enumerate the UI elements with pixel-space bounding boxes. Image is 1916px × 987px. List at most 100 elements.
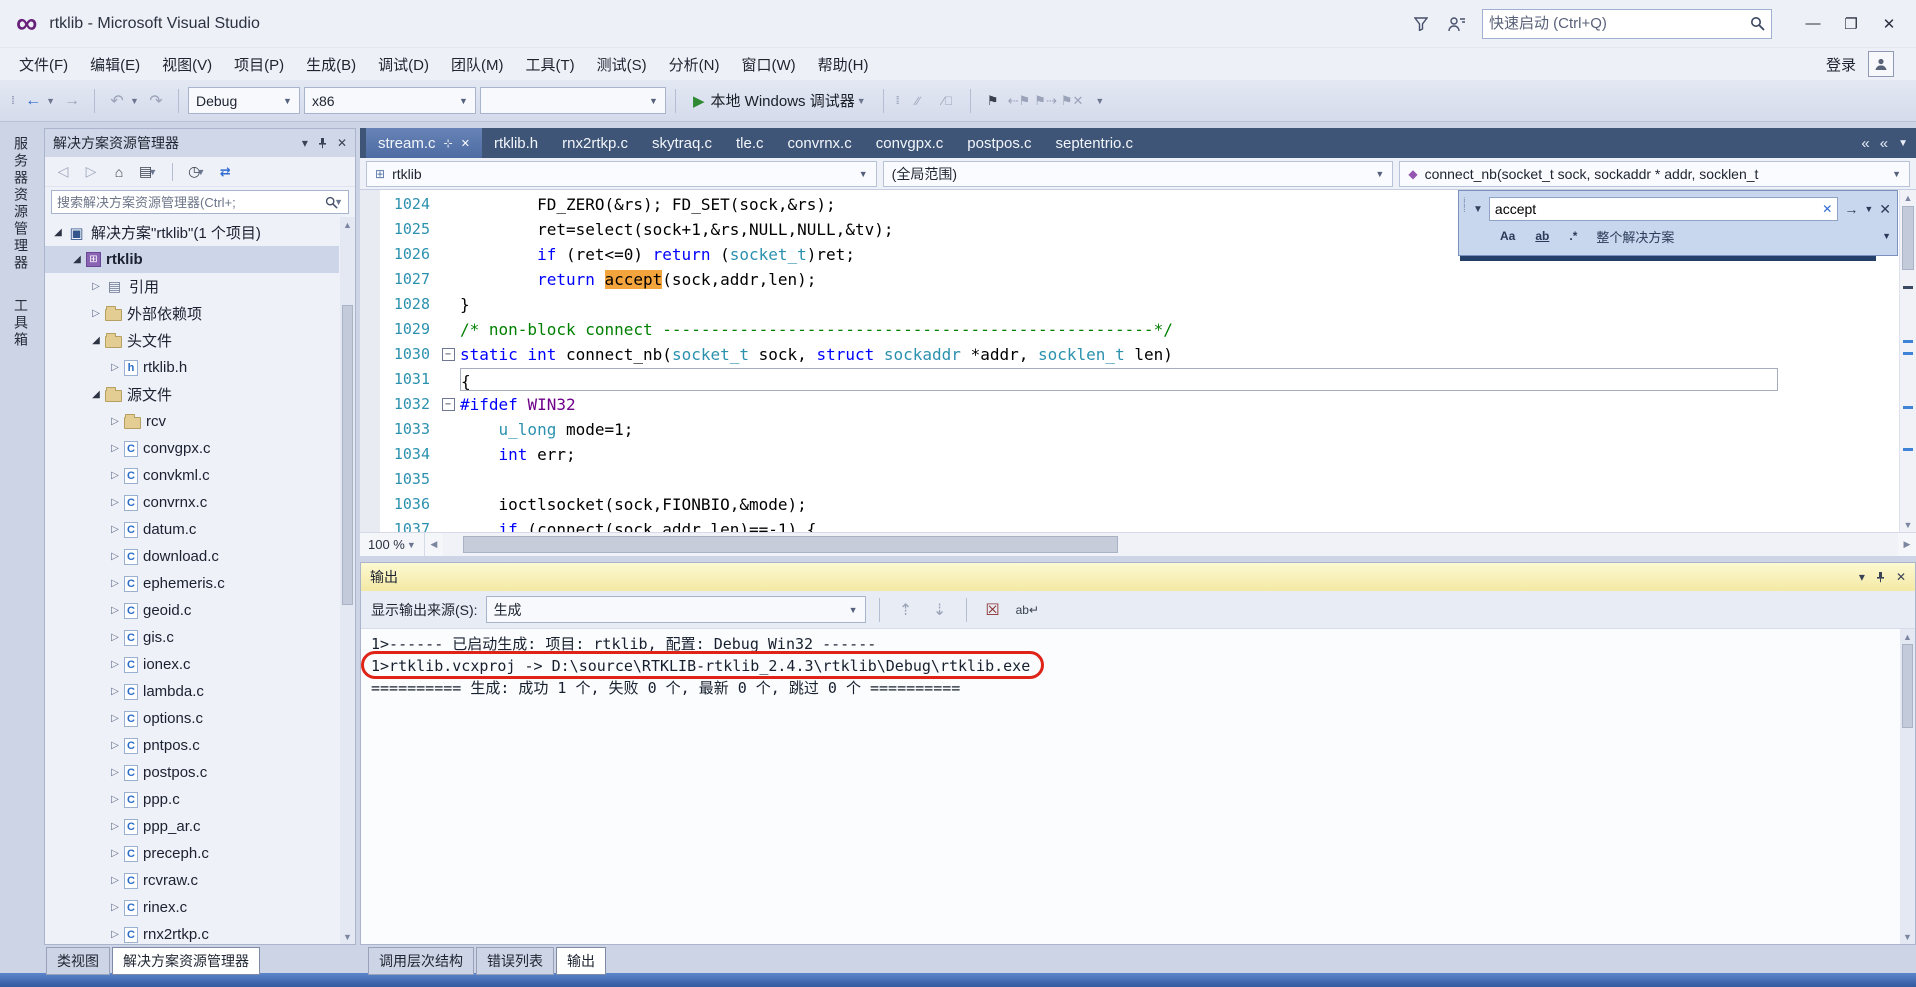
tree-item[interactable]: ▷ 外部依赖项 bbox=[45, 300, 339, 327]
maximize-button[interactable]: ❐ bbox=[1834, 10, 1868, 38]
undo-dropdown-icon[interactable]: ▼ bbox=[130, 96, 139, 106]
start-debug-button[interactable]: ▶ 本地 Windows 调试器 ▼ bbox=[685, 87, 874, 115]
tool-window-tab[interactable]: 调用层次结构 bbox=[368, 947, 474, 975]
output-header[interactable]: 输出 ▾ ✕ bbox=[361, 563, 1915, 591]
expand-arrow-icon[interactable]: ▷ bbox=[87, 308, 105, 319]
expand-arrow-icon[interactable]: ▷ bbox=[106, 470, 124, 481]
scroll-down-icon[interactable]: ▼ bbox=[1900, 517, 1916, 532]
clear-find-icon[interactable]: ✕ bbox=[1822, 202, 1832, 216]
document-tab[interactable]: convrnx.c bbox=[776, 128, 864, 158]
match-case-toggle[interactable]: Aa bbox=[1495, 227, 1520, 245]
menu-item[interactable]: 视图(V) bbox=[151, 49, 223, 80]
uncomment-selection-icon[interactable]: ∕⃠ bbox=[935, 88, 961, 114]
collapse-arrow-icon[interactable]: ◢ bbox=[49, 227, 67, 238]
collapse-arrow-icon[interactable]: ◢ bbox=[87, 335, 105, 346]
code-line[interactable]: 1029 /* non-block connect ---------------… bbox=[360, 317, 1898, 342]
tree-scrollbar[interactable]: ▲ ▼ bbox=[340, 217, 355, 944]
scroll-down-icon[interactable]: ▼ bbox=[340, 929, 355, 944]
tree-item[interactable]: ▷ Cpostpos.c bbox=[45, 759, 339, 786]
scroll-left-icon[interactable]: ◀ bbox=[425, 533, 443, 556]
back-icon[interactable]: ◁ bbox=[53, 161, 73, 183]
redo-icon[interactable]: ↷ bbox=[143, 88, 169, 114]
search-options-dropdown-icon[interactable]: ▼ bbox=[334, 197, 343, 207]
scroll-up-icon[interactable]: ▲ bbox=[340, 217, 355, 232]
expand-arrow-icon[interactable]: ▷ bbox=[106, 929, 124, 940]
find-next-button[interactable]: → bbox=[1844, 201, 1858, 217]
scroll-tabs-icon[interactable]: « bbox=[1880, 135, 1888, 152]
menu-item[interactable]: 测试(S) bbox=[586, 49, 658, 80]
tree-item[interactable]: ▷ Cgis.c bbox=[45, 624, 339, 651]
expand-arrow-icon[interactable]: ▷ bbox=[106, 686, 124, 697]
forward-icon[interactable]: ▷ bbox=[81, 161, 101, 183]
find-grip[interactable]: ⁞ ⁞ ⁞ bbox=[1463, 197, 1469, 249]
next-message-icon[interactable]: ⇣ bbox=[927, 597, 953, 623]
tree-item[interactable]: ▷ Cephemeris.c bbox=[45, 570, 339, 597]
tab-list-dropdown-icon[interactable]: ▼ bbox=[1898, 138, 1908, 149]
member-dropdown[interactable]: ◆ connect_nb(socket_t sock, sockaddr * a… bbox=[1399, 160, 1911, 187]
toolbar-options-icon[interactable]: ▼ bbox=[1095, 96, 1104, 106]
solution-configuration-dropdown[interactable]: Debug ▼ bbox=[187, 87, 300, 114]
tool-window-tab[interactable]: 错误列表 bbox=[476, 947, 554, 975]
navigate-backward-icon[interactable]: ← bbox=[20, 88, 46, 114]
expand-arrow-icon[interactable]: ▷ bbox=[106, 875, 124, 886]
previous-bookmark-icon[interactable]: ⇠⚑ bbox=[1006, 88, 1033, 114]
close-panel-icon[interactable]: ✕ bbox=[337, 136, 347, 150]
window-position-icon[interactable]: ▾ bbox=[1859, 570, 1865, 584]
expand-arrow-icon[interactable]: ▷ bbox=[106, 416, 124, 427]
menu-item[interactable]: 分析(N) bbox=[658, 49, 731, 80]
tree-item[interactable]: ▷ Cdatum.c bbox=[45, 516, 339, 543]
notification-filter-icon[interactable] bbox=[1410, 13, 1432, 35]
quick-launch-input[interactable] bbox=[1489, 15, 1750, 32]
expand-arrow-icon[interactable]: ▷ bbox=[106, 767, 124, 778]
menu-item[interactable]: 调试(D) bbox=[367, 49, 440, 80]
window-position-icon[interactable]: ▾ bbox=[302, 136, 308, 150]
tree-item[interactable]: ◢ 头文件 bbox=[45, 327, 339, 354]
close-button[interactable]: ✕ bbox=[1872, 10, 1906, 38]
account-avatar[interactable] bbox=[1868, 51, 1894, 77]
tree-item[interactable]: ▷ Crinex.c bbox=[45, 894, 339, 921]
comment-selection-icon[interactable]: ∕∕ bbox=[905, 88, 931, 114]
pin-tab-icon[interactable]: ⊹ bbox=[444, 137, 453, 150]
tree-item[interactable]: ▷ ▤ 引用 bbox=[45, 273, 339, 300]
document-tab[interactable]: stream.c ⊹ ✕ bbox=[366, 128, 482, 158]
find-scope-dropdown[interactable]: 整个解决方案 ▼ bbox=[1596, 227, 1891, 246]
expand-arrow-icon[interactable]: ▷ bbox=[106, 848, 124, 859]
undo-icon[interactable]: ↶ bbox=[104, 88, 130, 114]
navigate-forward-icon[interactable]: → bbox=[59, 88, 85, 114]
scroll-up-icon[interactable]: ▲ bbox=[1900, 629, 1915, 644]
document-tab[interactable]: rtklib.h bbox=[482, 128, 550, 158]
tree-item[interactable]: ▷ Cgeoid.c bbox=[45, 597, 339, 624]
zoom-dropdown[interactable]: 100 % ▼ bbox=[360, 533, 425, 556]
expand-arrow-icon[interactable]: ▷ bbox=[106, 713, 124, 724]
close-panel-icon[interactable]: ✕ bbox=[1896, 570, 1906, 584]
match-whole-word-toggle[interactable]: ab bbox=[1530, 227, 1554, 245]
minimize-button[interactable]: — bbox=[1796, 10, 1830, 38]
scrollbar-thumb[interactable] bbox=[1902, 206, 1914, 270]
previous-message-icon[interactable]: ⇡ bbox=[893, 597, 919, 623]
scope-dropdown[interactable]: (全局范围) ▼ bbox=[882, 160, 1394, 187]
code-line[interactable]: 1030− static int connect_nb(socket_t sock… bbox=[360, 342, 1898, 367]
clear-bookmarks-icon[interactable]: ⚑✕ bbox=[1059, 88, 1086, 114]
scrollbar-thumb[interactable] bbox=[462, 536, 1118, 553]
scroll-tabs-icon[interactable]: « bbox=[1861, 135, 1869, 152]
tree-item[interactable]: ▷ Cconvkml.c bbox=[45, 462, 339, 489]
collapse-arrow-icon[interactable]: ◢ bbox=[68, 254, 86, 265]
solution-explorer-header[interactable]: 解决方案资源管理器 ▾ ✕ bbox=[45, 129, 355, 157]
expand-arrow-icon[interactable]: ▷ bbox=[106, 578, 124, 589]
tree-item[interactable]: ▷ Coptions.c bbox=[45, 705, 339, 732]
code-line[interactable]: 1036 ioctlsocket(sock,FIONBIO,&mode); bbox=[360, 492, 1898, 517]
code-line[interactable]: 1034 int err; bbox=[360, 442, 1898, 467]
tool-window-tab[interactable]: 类视图 bbox=[46, 947, 110, 975]
pending-changes-filter-icon[interactable]: ◷ ▼ bbox=[186, 161, 207, 183]
document-tab[interactable]: convgpx.c bbox=[864, 128, 956, 158]
document-tab[interactable]: skytraq.c bbox=[640, 128, 724, 158]
menu-item[interactable]: 生成(B) bbox=[295, 49, 367, 80]
expand-arrow-icon[interactable]: ▷ bbox=[106, 794, 124, 805]
menu-item[interactable]: 项目(P) bbox=[223, 49, 295, 80]
next-bookmark-icon[interactable]: ⚑⇢ bbox=[1032, 88, 1059, 114]
tree-item[interactable]: ▷ Cdownload.c bbox=[45, 543, 339, 570]
sync-with-active-document-icon[interactable]: ⇄ bbox=[215, 161, 235, 183]
tree-item[interactable]: ▷ Clambda.c bbox=[45, 678, 339, 705]
menu-item[interactable]: 团队(M) bbox=[440, 49, 515, 80]
code-line[interactable]: 1033 u_long mode=1; bbox=[360, 417, 1898, 442]
